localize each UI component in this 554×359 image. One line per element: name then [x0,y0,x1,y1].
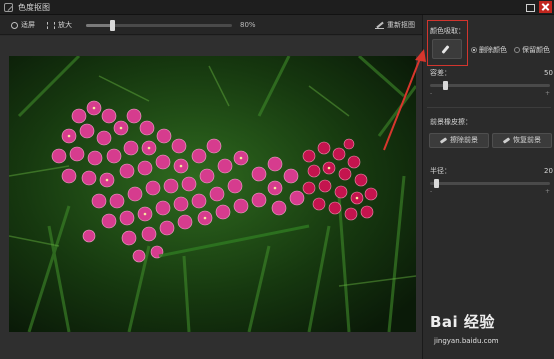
foreground-eraser-label: 前景橡皮擦： [430,118,472,126]
keep-color-radio[interactable] [514,47,520,53]
remove-color-radio[interactable] [471,47,477,53]
tolerance-label: 容差： [430,69,451,77]
restore-icon[interactable] [523,1,536,13]
redraw-button[interactable]: 重新抠图 [375,19,415,31]
redraw-icon [375,21,384,29]
erase-foreground-label: 擦除前景 [450,136,478,144]
redraw-label: 重新抠图 [387,21,415,29]
zoom-in-button[interactable]: 放大 [47,19,72,31]
color-pick-label: 颜色吸取： [430,27,465,35]
tolerance-max: + [545,90,551,97]
restore-foreground-button[interactable]: 恢复前景 [492,133,552,148]
close-icon[interactable] [539,1,552,13]
canvas-area [0,36,422,359]
radius-slider-thumb[interactable] [434,179,439,188]
toolbar: 适屏 放大 80% 重新抠图 [0,15,422,35]
radius-value: 20 [544,167,553,175]
watermark: Bai 经验 jingyan.baidu.com [430,311,552,355]
eraser-icon [439,137,448,144]
erase-foreground-button[interactable]: 擦除前景 [429,133,489,148]
brush-icon [502,137,511,144]
eyedropper-button[interactable] [432,39,462,59]
zoom-value: 80% [240,21,256,29]
panel-divider [427,107,551,108]
fit-screen-button[interactable]: 适屏 [11,19,35,31]
zoom-icon [47,21,55,29]
flower-photo-image [9,56,416,332]
restore-foreground-label: 恢复前景 [513,136,541,144]
watermark-url: jingyan.baidu.com [434,337,499,345]
radius-label: 半径： [430,167,451,175]
eyedropper-icon [441,45,450,54]
tolerance-slider[interactable] [430,84,550,87]
zoom-slider-fill [86,24,113,27]
keep-color-label: 保留颜色 [522,46,550,54]
radius-min: - [430,188,433,195]
radius-slider[interactable] [430,182,550,185]
app-icon [4,3,13,12]
remove-color-label: 删除颜色 [479,46,507,54]
watermark-logo: Bai 经验 [430,313,495,331]
zoom-slider[interactable] [86,24,232,27]
tolerance-min: - [430,90,433,97]
zoom-in-label: 放大 [58,21,72,29]
flower-photo[interactable] [9,56,416,332]
title-bar: 色度抠图 [0,0,554,15]
settings-panel: 颜色吸取： 删除颜色 保留颜色 容差： 50 - + 前景橡皮擦： 擦除前景 恢… [422,15,554,359]
window-title: 色度抠图 [18,3,50,12]
tolerance-value: 50 [544,69,553,77]
radius-max: + [545,188,551,195]
zoom-slider-thumb[interactable] [110,20,116,31]
tolerance-slider-thumb[interactable] [443,81,448,90]
fit-screen-icon [11,21,18,29]
fit-screen-label: 适屏 [21,21,35,29]
